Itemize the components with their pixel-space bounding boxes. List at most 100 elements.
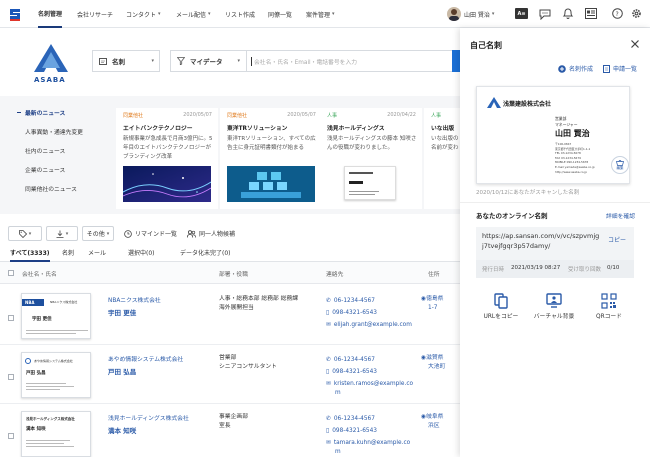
nav-label[interactable]: 同僚一覧 <box>268 10 292 19</box>
request-list-label[interactable]: 申請一覧 <box>613 64 637 73</box>
sansan-logo-icon[interactable] <box>8 6 22 22</box>
table-row[interactable]: あやめ情報システム株式会社 戸田 弘昌 あやめ情報システム株式会社 戸田 弘昌 … <box>0 346 460 404</box>
nav-meishi[interactable]: 名刺管理 <box>38 0 63 28</box>
table-row[interactable]: 浅見ホールディングス株式会社 満本 知咲 浅見ホールディングス株式会社 満本 知… <box>0 405 460 457</box>
column-header[interactable]: 住所 <box>428 269 440 278</box>
news-nav-internal[interactable]: 社内のニュース <box>0 141 112 160</box>
card-thumbnail[interactable]: あやめ情報システム株式会社 戸田 弘昌 <box>21 352 91 398</box>
qr-code-action-label[interactable]: QRコード <box>584 311 634 320</box>
column-header[interactable]: 部署・役職 <box>219 269 248 278</box>
news-card[interactable]: 同業他社 2020/05/07 東洋TRソリューション 東洋TRソリューション、… <box>220 108 322 209</box>
row-checkbox[interactable] <box>8 315 14 321</box>
nav-label[interactable]: 会社リサーチ <box>77 10 113 19</box>
address-line[interactable]: 浜区 <box>428 423 440 429</box>
edit-card-button[interactable]: 編集 <box>611 156 629 174</box>
nav-mail[interactable]: メール配信 ▾ <box>176 0 211 28</box>
search-button[interactable] <box>452 50 460 72</box>
table-row[interactable]: NBA NBAニクス株式会社 宇田 更佳 NBAニクス株式会社 宇田 更佳 人事… <box>0 287 460 345</box>
address-line[interactable]: 徳島県 <box>426 296 443 302</box>
column-header[interactable]: 会社名・氏名 <box>22 269 57 278</box>
tab-mail[interactable]: メール <box>88 248 106 257</box>
same-person-label[interactable]: 同一人物候補 <box>199 229 235 238</box>
news-nav-label[interactable]: 最新のニュース <box>25 108 65 117</box>
nav-label[interactable]: コンタクト <box>126 10 156 19</box>
tab-all[interactable]: すべて(3333) <box>10 248 50 262</box>
person-name-link[interactable]: 宇田 更佳 <box>108 307 136 317</box>
copy-url-action-label[interactable]: URLをコピー <box>476 311 526 320</box>
news-nav-competitor[interactable]: 同業他社のニュース <box>0 179 112 198</box>
row-checkbox[interactable] <box>8 374 14 380</box>
email-link[interactable]: elijah.grant@example.com <box>334 322 412 328</box>
nav-company-research[interactable]: 会社リサーチ <box>77 0 113 28</box>
nav-label[interactable]: リスト作成 <box>225 10 255 19</box>
select-all-checkbox[interactable] <box>8 270 14 276</box>
news-card[interactable]: 同業他社 2020/05/07 エイトバンクテクノロジー 新規事業が急成長で月商… <box>116 108 218 209</box>
phone-link[interactable]: 06-1234-4567 <box>334 357 375 363</box>
nav-label[interactable]: メール配信 <box>176 10 206 19</box>
help-icon[interactable]: ? <box>612 8 623 19</box>
card-thumbnail[interactable]: 浅見ホールディングス株式会社 満本 知咲 <box>21 411 91 457</box>
row-checkbox[interactable] <box>8 433 14 439</box>
search-input[interactable]: 会社名・氏名・Email・電話番号を入力 <box>246 50 453 72</box>
nav-colleagues[interactable]: 同僚一覧 <box>268 0 292 28</box>
email-link[interactable]: kristen.ramos@example.co <box>334 381 413 387</box>
news-nav-label[interactable]: 企業のニュース <box>25 165 65 174</box>
close-icon[interactable] <box>630 39 640 49</box>
ai-icon[interactable]: A≡ <box>515 8 528 19</box>
phone-link[interactable]: 06-1234-4567 <box>334 298 375 304</box>
download-button[interactable]: ▾ <box>46 226 78 241</box>
card-icon[interactable] <box>585 8 597 19</box>
self-business-card[interactable]: 浅葉建設株式会社 営業部 マネージャー 山田 賢治 〒100-0847 東京都千… <box>476 86 630 184</box>
nav-label[interactable]: 案件管理 <box>306 10 330 19</box>
phone-link[interactable]: 06-1234-4567 <box>334 416 375 422</box>
reminder-label[interactable]: リマインド一覧 <box>135 229 177 238</box>
nav-list[interactable]: リスト作成 <box>225 0 255 28</box>
news-card[interactable]: 人事 いな出版 いな出版の名前が変わりました。 <box>424 108 460 209</box>
same-person-button[interactable]: 同一人物候補 <box>187 229 235 238</box>
company-link[interactable]: 浅見ホールディングス株式会社 <box>108 413 189 422</box>
mobile-link[interactable]: 098-4321-6543 <box>332 428 377 434</box>
news-nav-label[interactable]: 同業他社のニュース <box>25 184 77 193</box>
nav-deals[interactable]: 案件管理 ▾ <box>306 0 335 28</box>
nav-meishi-label[interactable]: 名刺管理 <box>38 0 63 28</box>
news-nav-personnel[interactable]: 人事異動・通達先変更 <box>0 122 112 141</box>
filter-select[interactable]: マイデータ ▾ <box>170 50 246 72</box>
address-line[interactable]: 滋賀県 <box>426 355 443 361</box>
search-type-select[interactable]: 名刺 ▾ <box>92 50 160 72</box>
news-nav-company[interactable]: 企業のニュース <box>0 160 112 179</box>
mobile-link[interactable]: 098-4321-6543 <box>332 369 377 375</box>
create-card-label[interactable]: 名刺作成 <box>569 64 593 73</box>
news-nav-label[interactable]: 人事異動・通達先変更 <box>25 127 83 136</box>
address-line[interactable]: 岐阜県 <box>426 414 443 420</box>
avatar[interactable] <box>447 7 461 21</box>
chat-icon[interactable] <box>539 8 551 20</box>
tag-button[interactable]: ▾ <box>8 226 42 241</box>
gear-icon[interactable] <box>631 8 642 19</box>
card-thumbnail[interactable]: NBA NBAニクス株式会社 宇田 更佳 <box>21 293 91 339</box>
qr-code-action[interactable]: QRコード <box>584 293 634 320</box>
bell-icon[interactable] <box>562 7 574 20</box>
mobile-link[interactable]: 098-4321-6543 <box>332 310 377 316</box>
user-name[interactable]: 山田 賢治 <box>464 10 490 19</box>
address-line[interactable]: 1-7 <box>428 305 437 311</box>
company-link[interactable]: NBAニクス株式会社 <box>108 295 161 304</box>
request-list-button[interactable]: 申請一覧 <box>603 64 637 73</box>
news-nav-label[interactable]: 社内のニュース <box>25 146 65 155</box>
email-link[interactable]: tamara.kuhn@example.co <box>334 440 410 446</box>
tab-selected[interactable]: 選択中(0) <box>128 248 155 257</box>
virtual-background-action[interactable]: バーチャル背景 <box>529 293 579 320</box>
news-card[interactable]: 人事 2020/04/22 浅見ホールディングス 浅見ホールディングスの藤本 知… <box>320 108 422 209</box>
column-header[interactable]: 連絡先 <box>326 269 343 278</box>
tab-cards[interactable]: 名刺 <box>62 248 74 257</box>
detail-link[interactable]: 詳細を確認 <box>606 211 635 220</box>
person-name-link[interactable]: 戸田 弘昌 <box>108 366 136 376</box>
company-link[interactable]: あやめ情報システム株式会社 <box>108 354 183 363</box>
online-card-url[interactable]: https://ap.sansan.com/v/vc/szpvmjgj7tvej… <box>482 231 600 251</box>
email-link-wrap[interactable]: m <box>335 390 341 396</box>
virtual-background-action-label[interactable]: バーチャル背景 <box>529 311 579 320</box>
tab-unprocessed[interactable]: データ化未完了(0) <box>180 248 231 257</box>
person-name-link[interactable]: 満本 知咲 <box>108 425 136 435</box>
copy-url-button[interactable]: コピー <box>608 235 626 244</box>
other-button[interactable]: その他 ▾ <box>82 226 114 241</box>
email-link-wrap[interactable]: m <box>335 449 341 455</box>
